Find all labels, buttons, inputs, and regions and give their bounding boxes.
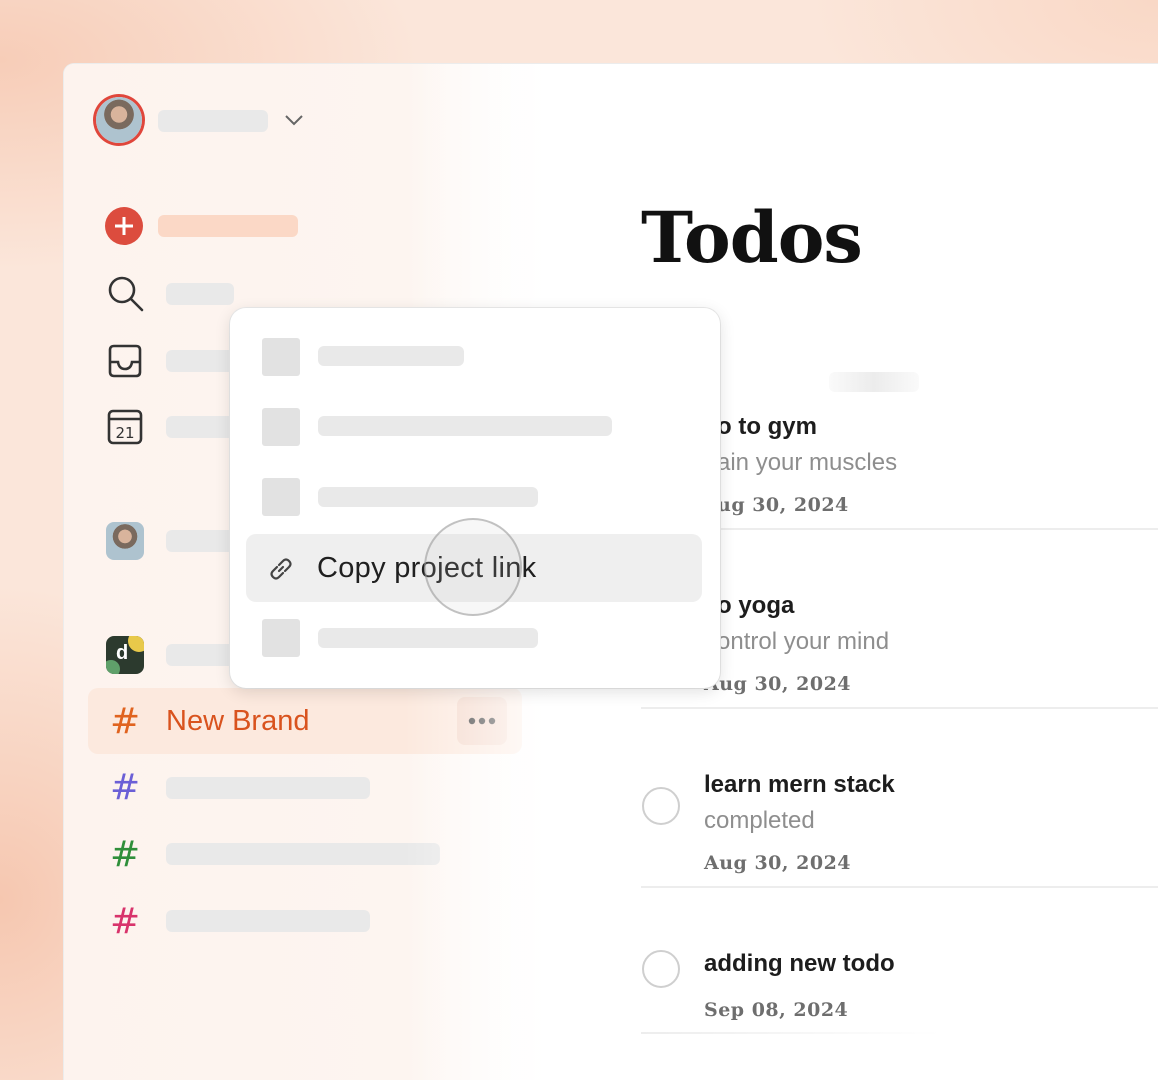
todo-title: adding new todo	[704, 950, 895, 977]
todo-complete-checkbox[interactable]	[642, 787, 680, 825]
link-icon	[270, 558, 292, 580]
workspace-badge-letter: d	[116, 642, 129, 664]
menu-item-icon-placeholder	[262, 338, 300, 376]
chevron-down-icon[interactable]	[283, 111, 305, 129]
todo-title: o to gym	[717, 413, 817, 440]
inbox-label-placeholder	[166, 350, 234, 372]
todo-title: learn mern stack	[704, 771, 895, 798]
calendar-today-icon[interactable]: 21	[106, 408, 146, 448]
svg-text:21: 21	[115, 424, 134, 442]
project-hash-icon: #	[110, 834, 141, 875]
account-name-placeholder	[158, 110, 268, 132]
todo-divider	[641, 1032, 941, 1034]
section-header-placeholder	[829, 372, 919, 392]
todo-date: ug 30, 2024	[717, 494, 849, 516]
project-label-placeholder[interactable]	[166, 843, 440, 865]
todo-date: Aug 30, 2024	[704, 852, 852, 874]
today-label-placeholder	[166, 416, 234, 438]
user-avatar[interactable]	[96, 97, 142, 143]
project-label-placeholder[interactable]	[166, 910, 370, 932]
project-hash-icon: #	[110, 701, 141, 742]
team-avatar[interactable]	[106, 522, 144, 560]
inbox-icon[interactable]	[106, 342, 146, 382]
click-cursor-indicator	[424, 518, 522, 616]
todo-date: Sep 08, 2024	[704, 999, 849, 1021]
project-label-placeholder[interactable]	[166, 777, 370, 799]
page-title: Todos	[641, 196, 863, 279]
search-icon[interactable]	[106, 274, 146, 314]
menu-item-placeholder[interactable]	[318, 346, 464, 366]
menu-item-icon-placeholder	[262, 619, 300, 657]
workspace-logo[interactable]: d	[106, 636, 144, 674]
add-task-label-placeholder	[158, 215, 298, 237]
project-context-menu: Copy project link	[230, 308, 720, 688]
todo-date: Aug 30, 2024	[704, 673, 852, 695]
todo-divider	[641, 707, 1158, 709]
search-label-placeholder	[166, 283, 234, 305]
menu-item-placeholder[interactable]	[318, 487, 538, 507]
team-label-placeholder	[166, 530, 234, 552]
project-item-label: New Brand	[166, 705, 310, 737]
menu-item-icon-placeholder	[262, 408, 300, 446]
add-task-icon[interactable]	[104, 206, 144, 246]
menu-item-placeholder[interactable]	[318, 628, 538, 648]
menu-item-placeholder[interactable]	[318, 416, 612, 436]
project-hash-icon: #	[110, 767, 141, 808]
todo-divider	[641, 886, 1158, 888]
todo-description: completed	[704, 807, 815, 834]
project-hash-icon: #	[110, 901, 141, 942]
menu-item-icon-placeholder	[262, 478, 300, 516]
todo-description: ontrol your mind	[717, 628, 890, 655]
todo-complete-checkbox[interactable]	[642, 950, 680, 988]
todo-description: ain your muscles	[717, 449, 898, 476]
todo-title: o yoga	[717, 592, 795, 619]
workspace-label-placeholder	[166, 644, 234, 666]
